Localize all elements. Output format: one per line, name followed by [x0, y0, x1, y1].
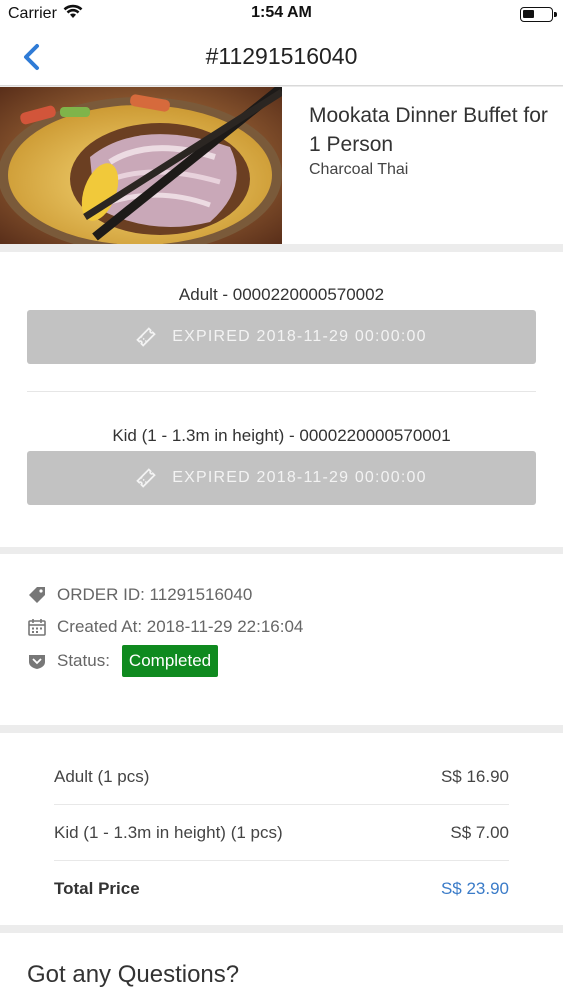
order-info-card: ORDER ID: 11291516040 Created At: 2018-1…	[0, 554, 563, 725]
order-id-text: ORDER ID: 11291516040	[57, 585, 253, 604]
product-name: Mookata Dinner Buffet for 1 Person	[309, 104, 548, 156]
total-price-row: Total Price S$ 23.90	[54, 861, 509, 917]
questions-card[interactable]: Got any Questions?	[0, 933, 563, 1000]
status-badge: Completed	[121, 645, 219, 677]
divider	[27, 391, 536, 392]
product-card[interactable]: Mookata Dinner Buffet for 1 Person Charc…	[0, 87, 563, 244]
vouchers-card: Adult - 0000220000570002 EXPIRED 2018-11…	[0, 252, 563, 547]
voucher-expiry-text: EXPIRED 2018-11-29 00:00:00	[172, 328, 427, 345]
ticket-icon	[136, 327, 157, 347]
battery-icon	[520, 7, 557, 22]
status-label: Status:	[57, 651, 110, 670]
price-row-adult: Adult (1 pcs) S$ 16.90	[54, 749, 509, 805]
product-image	[0, 87, 282, 244]
status-bar: Carrier 1:54 AM	[0, 0, 563, 30]
page-title: #11291516040	[205, 43, 358, 69]
price-row-kid: Kid (1 - 1.3m in height) (1 pcs) S$ 7.00	[54, 805, 509, 861]
created-at-text: Created At: 2018-11-29 22:16:04	[57, 617, 304, 636]
status-row: Status: Completed	[27, 645, 219, 677]
voucher-button-adult[interactable]: EXPIRED 2018-11-29 00:00:00	[27, 310, 536, 364]
ticket-icon	[136, 468, 157, 488]
price-breakdown-card: Adult (1 pcs) S$ 16.90 Kid (1 - 1.3m in …	[0, 733, 563, 925]
price-item-label: Kid (1 - 1.3m in height) (1 pcs)	[54, 822, 283, 842]
voucher-label-adult: Adult - 0000220000570002	[178, 285, 385, 304]
price-item-value: S$ 7.00	[450, 822, 509, 842]
voucher-label-kid: Kid (1 - 1.3m in height) - 0000220000570…	[112, 426, 451, 445]
voucher-button-kid[interactable]: EXPIRED 2018-11-29 00:00:00	[27, 451, 536, 505]
clock: 1:54 AM	[251, 4, 312, 21]
questions-title: Got any Questions?	[27, 961, 240, 988]
shield-icon	[27, 652, 47, 670]
voucher-expiry-text: EXPIRED 2018-11-29 00:00:00	[172, 469, 427, 486]
price-item-label: Adult (1 pcs)	[54, 766, 150, 786]
calendar-icon	[27, 618, 47, 636]
price-item-value: S$ 16.90	[440, 766, 509, 786]
navigation-bar: #11291516040	[0, 30, 563, 86]
order-id-row: ORDER ID: 11291516040	[27, 585, 252, 605]
total-price-label: Total Price	[54, 879, 140, 898]
created-at-row: Created At: 2018-11-29 22:16:04	[27, 617, 303, 637]
merchant-name: Charcoal Thai	[309, 161, 409, 178]
battery-level	[523, 10, 534, 18]
total-price-value: S$ 23.90	[440, 879, 509, 898]
tag-icon	[27, 586, 47, 604]
